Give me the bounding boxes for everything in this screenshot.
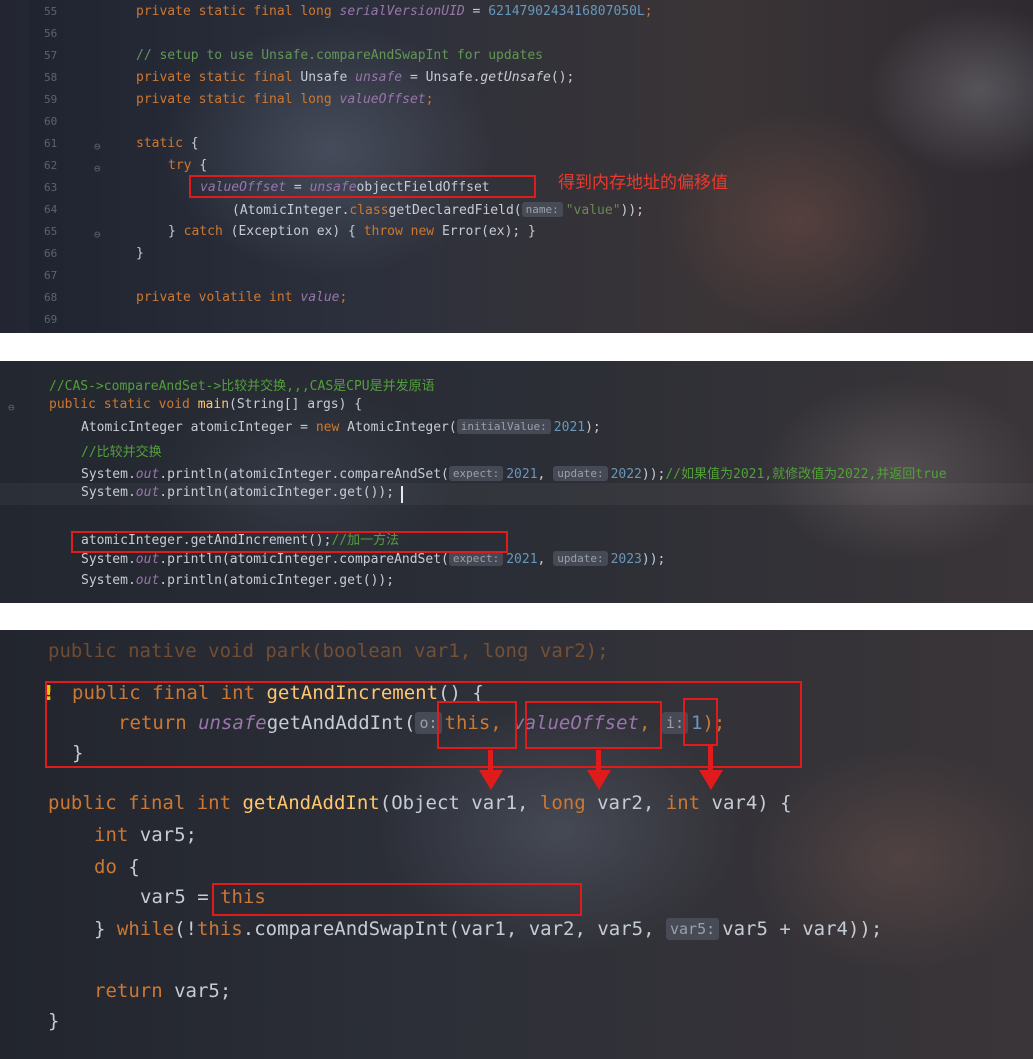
code-line-get-and-add-int-decl: public final int getAndAddInt(Object var…: [48, 792, 792, 814]
line-number: 58: [44, 71, 58, 84]
annotation-memory-offset: 得到内存地址的偏移值: [558, 173, 728, 193]
highlight-box-value-offset-arg: [525, 701, 662, 749]
code-line-int-var5: int var5;: [94, 824, 197, 846]
line-number: 62: [44, 159, 58, 172]
line-number: 65: [44, 225, 58, 238]
line-number: 60: [44, 115, 58, 128]
code-line-62: try {: [168, 158, 208, 173]
fold-marker-icon[interactable]: ⊖: [8, 401, 15, 414]
arrow-stem: [596, 750, 601, 772]
arrow-stem: [708, 746, 713, 772]
editor-gutter: [0, 0, 30, 333]
code-line-close-2: }: [48, 1010, 60, 1032]
code-panel-compare-and-set: ⊖ //CAS->compareAndSet->比较并交换,,,CAS是CPU是…: [0, 361, 1033, 603]
highlight-box-this-arg: [437, 701, 517, 749]
code-panel-unsafe-offset: 55 56 57 58 59 60 61 62 63 64 65 66 67 6…: [0, 0, 1033, 333]
line-number: 64: [44, 203, 58, 216]
fold-marker-icon[interactable]: ⊖: [94, 228, 101, 241]
code-line-get-2: System.out.println(atomicInteger.get());: [81, 573, 395, 588]
code-comment-compare: //比较并交换: [81, 445, 162, 460]
line-number: 67: [44, 269, 58, 282]
code-line-65: } catch (Exception ex) { throw new Error…: [168, 224, 536, 239]
code-line-64: (AtomicInteger.classgetDeclaredField(nam…: [232, 202, 645, 218]
line-number: 69: [44, 313, 58, 326]
code-line-compare-2022: System.out.println(atomicInteger.compare…: [81, 466, 947, 482]
code-line-get-1: System.out.println(atomicInteger.get());: [81, 485, 395, 500]
line-number: 55: [44, 5, 58, 18]
code-line-61: static {: [136, 136, 199, 151]
fold-marker-icon[interactable]: ⊖: [94, 162, 101, 175]
code-comment-cas: //CAS->compareAndSet->比较并交换,,,CAS是CPU是并发…: [49, 379, 435, 394]
code-line-57-comment: // setup to use Unsafe.compareAndSwapInt…: [136, 48, 543, 63]
arrow-down-icon: [587, 770, 611, 790]
line-number: 59: [44, 93, 58, 106]
line-number: 61: [44, 137, 58, 150]
line-number: 56: [44, 27, 58, 40]
highlight-box-delta-arg: [683, 698, 718, 746]
highlight-box-get-int-volatile: [212, 883, 582, 916]
code-line-main: public static void main(String[] args) {: [49, 397, 363, 412]
code-line-park-native: public native void park(boolean var1, lo…: [48, 640, 609, 662]
arrow-down-icon: [479, 770, 503, 790]
code-line-59: private static final long valueOffset;: [136, 92, 434, 107]
code-line-do: do {: [94, 856, 140, 878]
code-panel-get-and-add-int: public native void park(boolean var1, lo…: [0, 630, 1033, 1059]
code-line-68: private volatile int value;: [136, 290, 348, 305]
line-number: 68: [44, 291, 58, 304]
text-cursor: [401, 486, 403, 503]
code-line-66: }: [136, 246, 144, 261]
fold-marker-icon[interactable]: ⊖: [94, 140, 101, 153]
code-line-new-atomic: AtomicInteger atomicInteger = new Atomic…: [81, 419, 601, 435]
highlight-box-get-and-increment: [71, 531, 508, 553]
highlight-box-value-offset: [189, 175, 536, 198]
code-line-55: private static final long serialVersionU…: [136, 4, 653, 19]
code-line-return-var5: return var5;: [94, 980, 232, 1002]
line-number: 66: [44, 247, 58, 260]
arrow-stem: [488, 750, 493, 772]
code-line-while-cas: } while(!this.compareAndSwapInt(var1, va…: [94, 918, 883, 940]
code-line-58: private static final Unsafe unsafe = Uns…: [136, 70, 575, 85]
line-number: 63: [44, 181, 58, 194]
code-line-compare-2023: System.out.println(atomicInteger.compare…: [81, 551, 666, 567]
arrow-down-icon: [699, 770, 723, 790]
line-number: 57: [44, 49, 58, 62]
